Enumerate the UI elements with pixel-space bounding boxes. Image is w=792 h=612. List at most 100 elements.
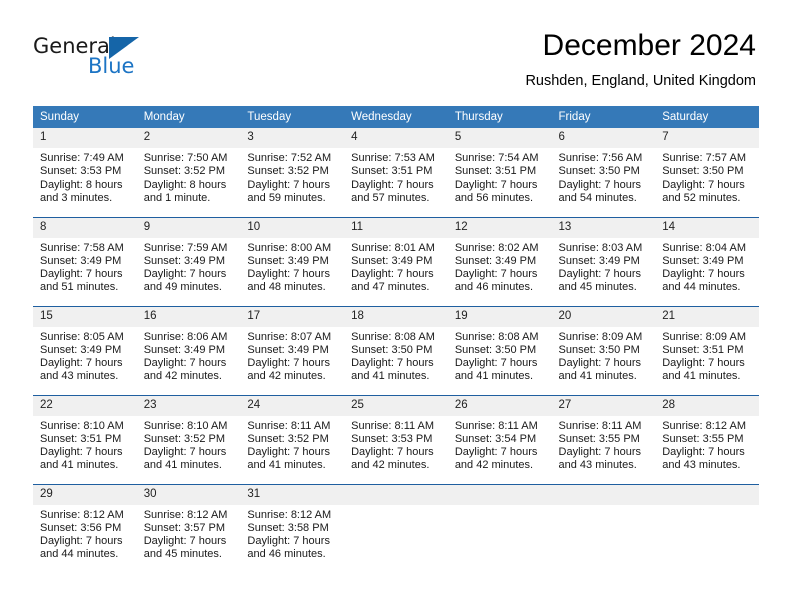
- day-number: 8: [33, 217, 137, 238]
- daylight-text: Daylight: 7 hours and 42 minutes.: [143, 357, 227, 383]
- day-cell-empty: [344, 483, 448, 573]
- page-title: December 2024: [542, 29, 756, 62]
- day-number: 5: [447, 128, 552, 148]
- daylight-text: Daylight: 7 hours and 44 minutes.: [662, 268, 745, 294]
- sunrise-text: Sunrise: 7:58 AM: [40, 241, 124, 254]
- day-cell[interactable]: 4 Sunrise: 7:53 AM Sunset: 3:51 PM Dayli…: [344, 128, 448, 217]
- day-cell[interactable]: 28 Sunrise: 8:12 AM Sunset: 3:55 PM Dayl…: [655, 394, 759, 484]
- day-cell[interactable]: 11 Sunrise: 8:01 AM Sunset: 3:49 PM Dayl…: [344, 216, 448, 306]
- day-cell[interactable]: 24 Sunrise: 8:11 AM Sunset: 3:52 PM Dayl…: [240, 394, 345, 484]
- day-cell[interactable]: 21 Sunrise: 8:09 AM Sunset: 3:51 PM Dayl…: [655, 305, 759, 395]
- day-cell[interactable]: 13 Sunrise: 8:03 AM Sunset: 3:49 PM Dayl…: [551, 216, 656, 306]
- day-cell[interactable]: 26 Sunrise: 8:11 AM Sunset: 3:54 PM Dayl…: [447, 394, 552, 484]
- day-cell[interactable]: 23 Sunrise: 8:10 AM Sunset: 3:52 PM Dayl…: [136, 394, 241, 484]
- day-number: 16: [136, 306, 241, 327]
- day-cell[interactable]: 29 Sunrise: 8:12 AM Sunset: 3:56 PM Dayl…: [33, 483, 137, 573]
- daylight-text: Daylight: 7 hours and 56 minutes.: [454, 178, 538, 204]
- day-number: 2: [136, 128, 241, 148]
- sunrise-text: Sunrise: 8:00 AM: [247, 241, 332, 254]
- day-cell[interactable]: 14 Sunrise: 8:04 AM Sunset: 3:49 PM Dayl…: [655, 216, 759, 306]
- weekday-header-sunday: Sunday: [33, 106, 137, 128]
- day-cell-empty: [447, 483, 552, 573]
- sunset-text: Sunset: 3:51 PM: [351, 165, 433, 178]
- day-number: 17: [240, 306, 345, 327]
- daylight-text: Daylight: 7 hours and 43 minutes.: [662, 446, 745, 472]
- sunrise-text: Sunrise: 8:09 AM: [662, 330, 746, 343]
- sunset-text: Sunset: 3:56 PM: [40, 521, 122, 534]
- sunset-text: Sunset: 3:55 PM: [662, 432, 744, 445]
- day-number: 24: [240, 395, 345, 416]
- day-info: Sunrise: 8:12 AM Sunset: 3:56 PM Dayligh…: [33, 505, 137, 562]
- day-cell[interactable]: 10 Sunrise: 8:00 AM Sunset: 3:49 PM Dayl…: [240, 216, 345, 306]
- sunrise-text: Sunrise: 8:02 AM: [454, 241, 539, 254]
- sunset-text: Sunset: 3:50 PM: [454, 343, 537, 356]
- day-info: Sunrise: 8:11 AM Sunset: 3:55 PM Dayligh…: [552, 416, 656, 473]
- day-number: 23: [136, 395, 241, 416]
- day-cell[interactable]: 19 Sunrise: 8:08 AM Sunset: 3:50 PM Dayl…: [447, 305, 552, 395]
- day-number: 22: [33, 395, 137, 416]
- day-number: 11: [344, 217, 448, 238]
- day-info: Sunrise: 8:11 AM Sunset: 3:53 PM Dayligh…: [344, 416, 448, 473]
- sunset-text: Sunset: 3:49 PM: [143, 343, 226, 356]
- day-cell[interactable]: 12 Sunrise: 8:02 AM Sunset: 3:49 PM Dayl…: [447, 216, 552, 306]
- sunset-text: Sunset: 3:50 PM: [558, 343, 640, 356]
- day-cell[interactable]: 30 Sunrise: 8:12 AM Sunset: 3:57 PM Dayl…: [136, 483, 241, 573]
- sunrise-text: Sunrise: 8:01 AM: [351, 241, 435, 254]
- sunrise-text: Sunrise: 7:59 AM: [143, 241, 228, 254]
- day-cell[interactable]: 16 Sunrise: 8:06 AM Sunset: 3:49 PM Dayl…: [136, 305, 241, 395]
- day-cell[interactable]: 9 Sunrise: 7:59 AM Sunset: 3:49 PM Dayli…: [136, 216, 241, 306]
- day-cell[interactable]: 8 Sunrise: 7:58 AM Sunset: 3:49 PM Dayli…: [33, 216, 137, 306]
- sunrise-text: Sunrise: 8:07 AM: [247, 330, 332, 343]
- daylight-text: Daylight: 7 hours and 41 minutes.: [247, 446, 330, 472]
- sunrise-text: Sunrise: 8:08 AM: [454, 330, 539, 343]
- day-cell[interactable]: 18 Sunrise: 8:08 AM Sunset: 3:50 PM Dayl…: [344, 305, 448, 395]
- day-number: 15: [33, 306, 137, 327]
- day-cell[interactable]: 3 Sunrise: 7:52 AM Sunset: 3:52 PM Dayli…: [240, 128, 345, 217]
- calendar-week-row: 15 Sunrise: 8:05 AM Sunset: 3:49 PM Dayl…: [33, 305, 759, 395]
- sunrise-text: Sunrise: 8:09 AM: [558, 330, 643, 343]
- brand-logo[interactable]: General Blue: [33, 34, 233, 86]
- location-subtitle: Rushden, England, United Kingdom: [525, 73, 756, 89]
- day-cell[interactable]: 17 Sunrise: 8:07 AM Sunset: 3:49 PM Dayl…: [240, 305, 345, 395]
- daylight-text: Daylight: 7 hours and 42 minutes.: [247, 357, 330, 383]
- daylight-text: Daylight: 7 hours and 45 minutes.: [143, 535, 227, 561]
- day-info: Sunrise: 8:09 AM Sunset: 3:51 PM Dayligh…: [655, 327, 759, 384]
- sunrise-text: Sunrise: 7:56 AM: [558, 152, 643, 164]
- daylight-text: Daylight: 8 hours and 1 minute.: [143, 178, 227, 204]
- daylight-text: Daylight: 7 hours and 46 minutes.: [454, 268, 538, 294]
- day-number: [447, 484, 552, 505]
- daylight-text: Daylight: 7 hours and 42 minutes.: [351, 446, 434, 472]
- day-cell[interactable]: 15 Sunrise: 8:05 AM Sunset: 3:49 PM Dayl…: [33, 305, 137, 395]
- daylight-text: Daylight: 7 hours and 51 minutes.: [40, 268, 123, 294]
- sunset-text: Sunset: 3:54 PM: [454, 432, 537, 445]
- day-number: 20: [551, 306, 656, 327]
- day-cell[interactable]: 5 Sunrise: 7:54 AM Sunset: 3:51 PM Dayli…: [447, 128, 552, 217]
- day-cell[interactable]: 31 Sunrise: 8:12 AM Sunset: 3:58 PM Dayl…: [240, 483, 345, 573]
- sunset-text: Sunset: 3:53 PM: [40, 165, 122, 178]
- day-cell[interactable]: 1 Sunrise: 7:49 AM Sunset: 3:53 PM Dayli…: [33, 128, 137, 217]
- day-number: 12: [447, 217, 552, 238]
- calendar-page: General Blue December 2024 Rushden, Engl…: [0, 0, 792, 612]
- day-info: Sunrise: 8:10 AM Sunset: 3:52 PM Dayligh…: [137, 416, 241, 473]
- daylight-text: Daylight: 7 hours and 41 minutes.: [40, 446, 123, 472]
- day-number: 19: [447, 306, 552, 327]
- sunrise-text: Sunrise: 8:11 AM: [558, 419, 642, 432]
- day-info: Sunrise: 8:10 AM Sunset: 3:51 PM Dayligh…: [33, 416, 137, 473]
- day-info: Sunrise: 8:07 AM Sunset: 3:49 PM Dayligh…: [240, 327, 344, 384]
- day-cell[interactable]: 7 Sunrise: 7:57 AM Sunset: 3:50 PM Dayli…: [655, 128, 759, 217]
- day-cell[interactable]: 22 Sunrise: 8:10 AM Sunset: 3:51 PM Dayl…: [33, 394, 137, 484]
- day-cell[interactable]: 25 Sunrise: 8:11 AM Sunset: 3:53 PM Dayl…: [344, 394, 448, 484]
- sunset-text: Sunset: 3:49 PM: [247, 254, 329, 267]
- day-cell[interactable]: 27 Sunrise: 8:11 AM Sunset: 3:55 PM Dayl…: [551, 394, 656, 484]
- sunset-text: Sunset: 3:58 PM: [247, 521, 329, 534]
- day-cell[interactable]: 2 Sunrise: 7:50 AM Sunset: 3:52 PM Dayli…: [136, 128, 241, 217]
- sunrise-text: Sunrise: 8:12 AM: [40, 508, 124, 521]
- day-cell[interactable]: 6 Sunrise: 7:56 AM Sunset: 3:50 PM Dayli…: [551, 128, 656, 217]
- day-cell[interactable]: 20 Sunrise: 8:09 AM Sunset: 3:50 PM Dayl…: [551, 305, 656, 395]
- day-info: Sunrise: 7:57 AM Sunset: 3:50 PM Dayligh…: [655, 148, 759, 205]
- sunrise-text: Sunrise: 7:52 AM: [247, 152, 332, 164]
- weekday-header-monday: Monday: [136, 106, 241, 128]
- day-cell-empty: [655, 483, 759, 573]
- weekday-header-tuesday: Tuesday: [240, 106, 345, 128]
- sunrise-text: Sunrise: 8:10 AM: [40, 419, 124, 432]
